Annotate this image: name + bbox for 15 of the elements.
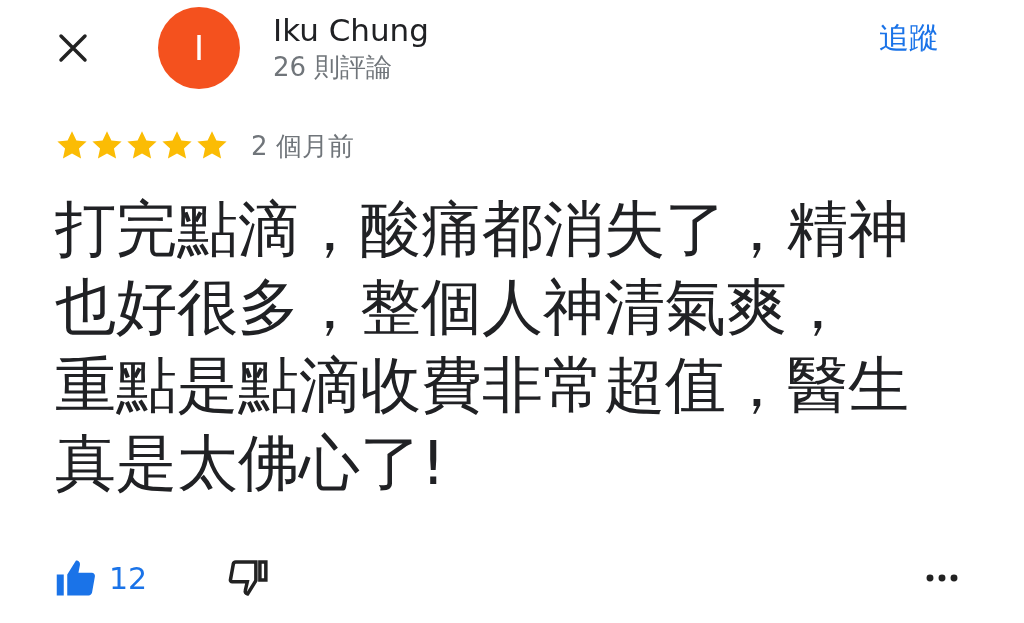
reviewer-name[interactable]: Iku Chung	[273, 11, 429, 49]
review-count: 26 則評論	[273, 51, 394, 84]
more-button[interactable]	[926, 574, 958, 582]
follow-button[interactable]: 追蹤	[879, 18, 939, 59]
review-text-line: 也好很多，整個人神清氣爽，	[55, 270, 848, 344]
like-button[interactable]: 12	[55, 557, 148, 599]
review-text-line: 真是太佛心了!	[55, 426, 446, 500]
review-text-line: 重點是點滴收費非常超值，醫生	[55, 348, 909, 422]
avatar: I	[158, 7, 240, 89]
review-time: 2 個月前	[251, 129, 354, 163]
thumbs-down-icon	[227, 557, 270, 599]
more-icon	[926, 574, 958, 582]
close-icon	[57, 32, 89, 64]
review-text-line: 打完點滴，酸痛都消失了，精神	[55, 192, 909, 266]
dislike-button[interactable]	[227, 557, 270, 599]
